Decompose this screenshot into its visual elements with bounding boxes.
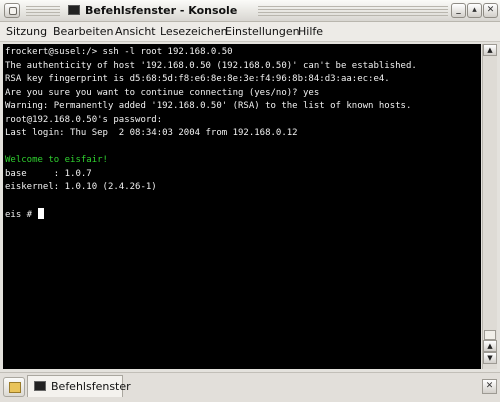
session-tab[interactable]: Befehlsfenster (27, 375, 131, 397)
terminal-line: eiskernel: 1.0.10 (2.4.26-1) (5, 181, 481, 195)
terminal-line-text: Are you sure you want to continue connec… (5, 87, 320, 98)
terminal-line-text: eis # (5, 210, 38, 220)
window-menu-button[interactable] (4, 3, 20, 18)
menu-einstellungen[interactable]: Einstellungen (225, 25, 300, 39)
terminal-icon (34, 381, 46, 391)
session-tab-label: Befehlsfenster (51, 380, 131, 393)
terminal-line: base : 1.0.7 (5, 168, 481, 182)
terminal-line-text: Warning: Permanently added '192.168.0.50… (5, 101, 412, 111)
close-button[interactable]: ✕ (483, 3, 498, 18)
terminal-cursor (37, 208, 44, 219)
menu-sitzung[interactable]: Sitzung (6, 25, 47, 39)
window-title: Befehlsfenster - Konsole (62, 3, 243, 19)
terminal-line-text: frockert@susel:/> ssh -l root 192.168.0.… (5, 47, 233, 57)
terminal-line-text: root@192.168.0.50's password: (5, 114, 163, 125)
menu-bearbeiten[interactable]: Bearbeiten (53, 25, 113, 39)
terminal-line: eis # (5, 208, 481, 222)
session-tab-bar: Befehlsfenster ✕ (0, 372, 500, 402)
vertical-scrollbar[interactable]: ▲ ▲ ▼ (482, 44, 497, 369)
close-session-button[interactable]: ✕ (482, 379, 497, 394)
terminal-line: Last login: Thu Sep 2 08:34:03 2004 from… (5, 127, 481, 141)
terminal-line-text: RSA key fingerprint is d5:68:5d:f8:e6:8e… (5, 74, 390, 84)
title-bar[interactable]: Befehlsfenster - Konsole _ ▴ ✕ (0, 0, 500, 22)
scroll-up-button[interactable]: ▲ (483, 340, 497, 352)
new-session-button[interactable] (3, 377, 25, 397)
scrollbar-thumb[interactable] (484, 330, 496, 340)
maximize-button[interactable]: ▴ (467, 3, 482, 18)
terminal-line: Welcome to eisfair! (5, 154, 481, 168)
scroll-down-button[interactable]: ▼ (483, 352, 497, 364)
terminal-output: frockert@susel:/> ssh -l root 192.168.0.… (5, 46, 481, 222)
title-grip-left (26, 6, 60, 16)
terminal-line: frockert@susel:/> ssh -l root 192.168.0.… (5, 46, 481, 60)
terminal-line-text: The authenticity of host '192.168.0.50 (… (5, 60, 417, 71)
window-title-text: Befehlsfenster - Konsole (85, 4, 238, 17)
terminal-line-text: Last login: Thu Sep 2 08:34:03 2004 from… (5, 128, 298, 138)
title-grip-right (258, 6, 448, 16)
konsole-window: Befehlsfenster - Konsole _ ▴ ✕ Sitzung B… (0, 0, 500, 402)
terminal-line-text: Welcome to eisfair! (5, 155, 108, 165)
terminal-line: Warning: Permanently added '192.168.0.50… (5, 100, 481, 114)
scroll-up-top-button[interactable]: ▲ (483, 44, 497, 56)
terminal-line-text: base : 1.0.7 (5, 168, 92, 179)
terminal-line: RSA key fingerprint is d5:68:5d:f8:e6:8e… (5, 73, 481, 87)
terminal-line: Are you sure you want to continue connec… (5, 87, 481, 101)
minimize-button[interactable]: _ (451, 3, 466, 18)
menu-hilfe[interactable]: Hilfe (298, 25, 323, 39)
terminal-view[interactable]: frockert@susel:/> ssh -l root 192.168.0.… (3, 44, 481, 369)
menu-lesezeichen[interactable]: Lesezeichen (160, 25, 228, 39)
menu-bar: Sitzung Bearbeiten Ansicht Lesezeichen E… (0, 22, 500, 42)
terminal-line-text: eiskernel: 1.0.10 (2.4.26-1) (5, 182, 157, 192)
konsole-icon (68, 5, 80, 15)
menu-ansicht[interactable]: Ansicht (115, 25, 156, 39)
terminal-line: The authenticity of host '192.168.0.50 (… (5, 60, 481, 74)
terminal-line: root@192.168.0.50's password: (5, 114, 481, 128)
